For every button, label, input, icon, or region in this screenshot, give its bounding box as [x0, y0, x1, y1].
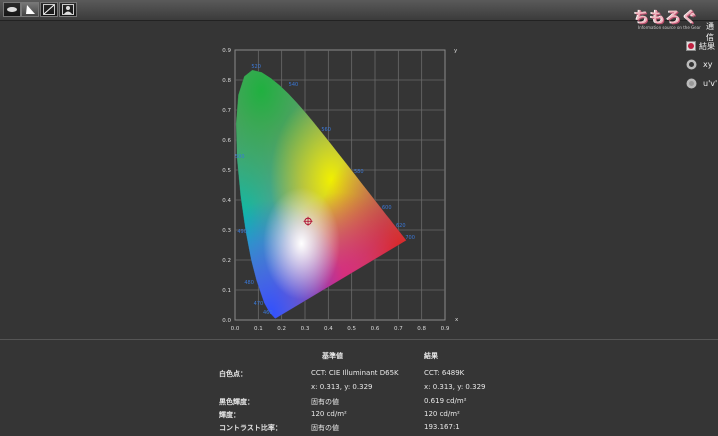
- y-tick-label: 0.6: [222, 138, 231, 144]
- row-label: 輝度：: [219, 411, 240, 419]
- x-tick-label: 0.9: [441, 326, 450, 332]
- y-tick-label: 0.4: [222, 198, 231, 204]
- row-label: 黒色輝度：: [219, 398, 254, 406]
- wavelength-label: 560: [321, 127, 331, 133]
- locus-fill: [235, 69, 407, 319]
- x-tick-label: 0.8: [417, 326, 426, 332]
- x-tick-label: 0.0: [231, 326, 240, 332]
- y-tick-label: 0.2: [222, 258, 231, 264]
- y-tick-label: 0.9: [222, 48, 231, 54]
- reference-value: CCT: CIE Illuminant D65K: [311, 369, 399, 377]
- result-value: CCT: 6489K: [424, 369, 465, 377]
- x-axis-label: x: [455, 317, 459, 323]
- wavelength-label: 470: [254, 301, 264, 307]
- x-tick-label: 0.1: [254, 326, 263, 332]
- reference-value: 固有の値: [311, 398, 339, 406]
- x-tick-label: 0.5: [347, 326, 356, 332]
- locus-gradient-fill: [235, 69, 407, 319]
- wavelength-label: 620: [396, 223, 406, 229]
- x-tick-label: 0.3: [301, 326, 310, 332]
- reference-value: x: 0.313, y: 0.329: [311, 383, 373, 391]
- result-value: x: 0.313, y: 0.329: [424, 383, 486, 391]
- wavelength-label: 520: [251, 64, 261, 70]
- wavelength-label: 490: [237, 229, 247, 235]
- wavelength-label: 580: [354, 169, 364, 175]
- wavelength-label: 460: [263, 310, 273, 316]
- result-value: 0.619 cd/m²: [424, 397, 467, 405]
- y-tick-label: 0.0: [222, 318, 231, 324]
- spectral-locus: [235, 69, 407, 319]
- wavelength-label: 700: [405, 235, 415, 241]
- wavelength-label: 600: [382, 205, 392, 211]
- reference-value: 固有の値: [311, 424, 339, 432]
- y-tick-label: 0.5: [222, 168, 231, 174]
- cie-chromaticity-chart: 0.0 0.1 0.2 0.3 0.4 0.5 0.6 0.7 0.8 0.9 0.0 0.1 0.2 0…: [222, 48, 459, 332]
- x-tick-label: 0.7: [394, 326, 403, 332]
- row-label: 白色点：: [219, 370, 247, 378]
- row-label: コントラスト比率：: [219, 424, 282, 432]
- wavelength-label: 540: [289, 82, 299, 88]
- y-tick-label: 0.8: [222, 78, 231, 84]
- y-tick-label: 0.3: [222, 228, 231, 234]
- wavelength-label: 480: [244, 280, 254, 286]
- reference-value: 120 cd/m²: [311, 410, 347, 418]
- x-tick-label: 0.2: [277, 326, 286, 332]
- result-value: 193.167:1: [424, 423, 460, 431]
- result-value: 120 cd/m²: [424, 410, 460, 418]
- x-tick-label: 0.4: [324, 326, 333, 332]
- wavelength-label: 500: [235, 154, 245, 160]
- x-tick-label: 0.6: [371, 326, 380, 332]
- section-divider: [0, 339, 718, 340]
- y-tick-label: 0.7: [222, 108, 231, 114]
- y-axis-label: y: [454, 48, 458, 54]
- y-tick-label: 0.1: [222, 288, 231, 294]
- reference-header: 基準値: [322, 352, 343, 360]
- result-header: 結果: [424, 352, 438, 360]
